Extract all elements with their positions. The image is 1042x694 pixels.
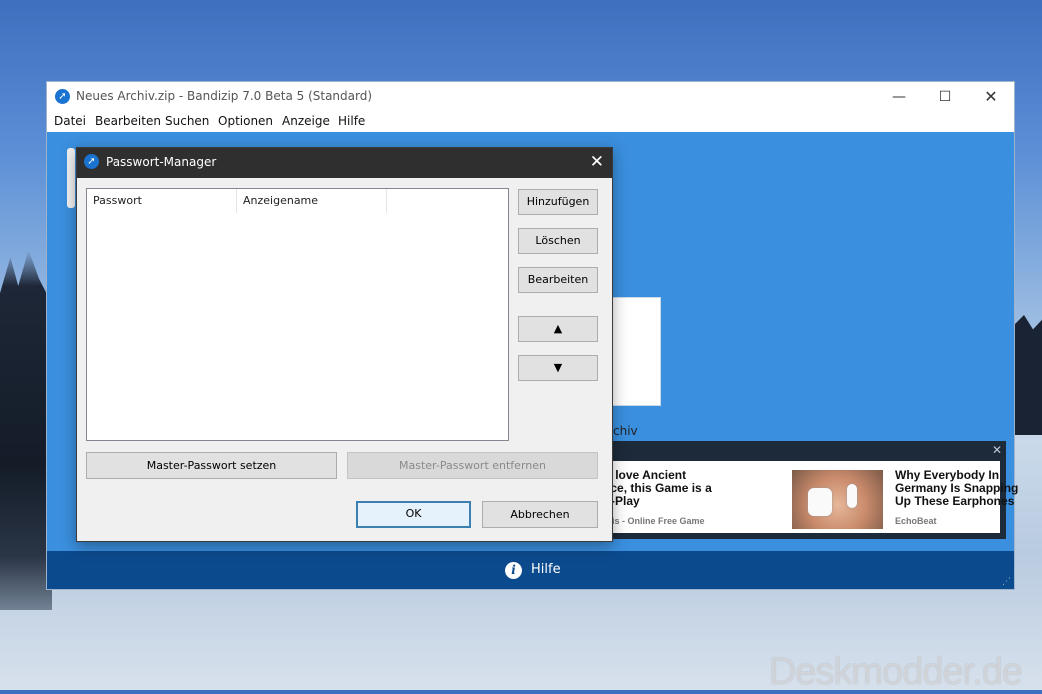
maximize-button[interactable]: ☐ xyxy=(922,82,968,112)
ad-right-source: EchoBeat xyxy=(895,516,937,526)
close-button[interactable]: ✕ xyxy=(968,82,1014,112)
set-master-password-button[interactable]: Master-Passwort setzen xyxy=(86,452,337,479)
delete-button[interactable]: Löschen xyxy=(518,228,598,254)
menu-anzeige[interactable]: Anzeige xyxy=(282,114,330,128)
info-icon[interactable]: i xyxy=(505,562,522,579)
minimize-button[interactable]: — xyxy=(876,82,922,112)
ad-banner[interactable]: ✕ f You love Ancient Greece, this Game i… xyxy=(577,441,1018,539)
earphone-case-shape xyxy=(808,488,832,516)
password-manager-dialog: ➚ Passwort-Manager ✕ Passwort Anzeigenam… xyxy=(76,147,613,542)
window-title: Neues Archiv.zip - Bandizip 7.0 Beta 5 (… xyxy=(76,89,373,103)
ad-close-icon[interactable]: ✕ xyxy=(992,443,1002,457)
menu-suchen[interactable]: Suchen xyxy=(165,114,209,128)
menubar: Datei Bearbeiten Suchen Optionen Anzeige… xyxy=(47,112,1014,132)
archive-panel-label: chiv xyxy=(613,424,638,438)
earphones-image[interactable] xyxy=(792,470,883,529)
content-card[interactable] xyxy=(67,148,75,208)
move-down-button[interactable]: ▼ xyxy=(518,355,598,381)
wallpaper-trees xyxy=(0,250,52,610)
watermark: Deskmodder.de xyxy=(768,651,1023,693)
bandizip-dialog-icon: ➚ xyxy=(84,154,99,169)
password-list[interactable]: Passwort Anzeigename xyxy=(86,188,509,441)
cancel-button[interactable]: Abbrechen xyxy=(482,501,598,528)
menu-bearbeiten[interactable]: Bearbeiten xyxy=(95,114,161,128)
column-header-anzeigename[interactable]: Anzeigename xyxy=(237,189,387,213)
dialog-close-icon[interactable]: ✕ xyxy=(590,152,604,172)
ad-right-headline[interactable]: Why Everybody In Germany Is Snapping Up … xyxy=(895,469,1030,508)
statusbar: i Hilfe ⋰ xyxy=(47,551,1014,589)
dialog-title: Passwort-Manager xyxy=(106,155,217,169)
ad-content[interactable]: f You love Ancient Greece, this Game is … xyxy=(583,461,1018,533)
edit-button[interactable]: Bearbeiten xyxy=(518,267,598,293)
ok-button[interactable]: OK xyxy=(356,501,471,528)
menu-hilfe[interactable]: Hilfe xyxy=(338,114,365,128)
help-link[interactable]: Hilfe xyxy=(531,562,561,577)
menu-optionen[interactable]: Optionen xyxy=(218,114,273,128)
wallpaper-trees-right xyxy=(1012,315,1042,435)
resize-grip-icon[interactable]: ⋰ xyxy=(1002,577,1011,587)
bandizip-app-icon: ➚ xyxy=(55,89,70,104)
column-header-passwort[interactable]: Passwort xyxy=(87,189,237,213)
remove-master-password-button[interactable]: Master-Passwort entfernen xyxy=(347,452,598,479)
add-button[interactable]: Hinzufügen xyxy=(518,189,598,215)
menu-datei[interactable]: Datei xyxy=(54,114,86,128)
earbud-shape xyxy=(847,484,857,508)
move-up-button[interactable]: ▲ xyxy=(518,316,598,342)
dialog-titlebar[interactable]: ➚ Passwort-Manager ✕ xyxy=(77,148,612,178)
main-titlebar[interactable]: ➚ Neues Archiv.zip - Bandizip 7.0 Beta 5… xyxy=(47,82,1014,112)
